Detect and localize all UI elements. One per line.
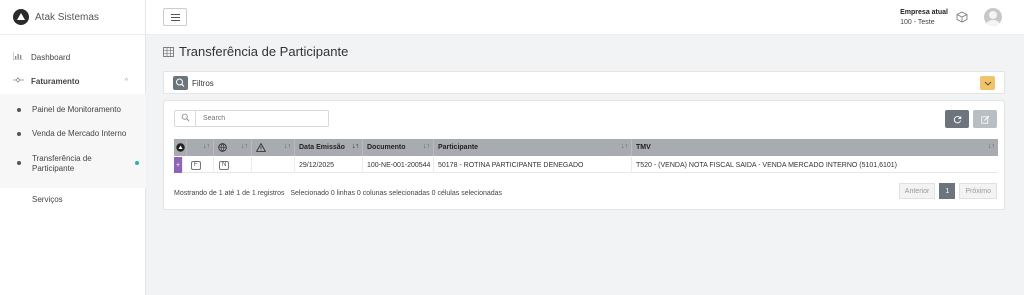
- refresh-button[interactable]: [945, 110, 969, 128]
- row-cell-tmv: T520 - (VENDA) NOTA FISCAL SAIDA - VENDA…: [636, 161, 898, 169]
- records-info: Mostrando de 1 até 1 de 1 registros: [174, 190, 285, 197]
- column-header-logo: [174, 139, 187, 156]
- filters-label: Filtros: [192, 79, 214, 88]
- logo-icon: [176, 143, 185, 152]
- edit-button[interactable]: [973, 110, 997, 128]
- sort-ascending-icon: ↓↑: [352, 143, 359, 150]
- sidebar-subitem-transferencia[interactable]: Transferência de Participante: [0, 152, 146, 176]
- warning-icon: [256, 143, 266, 152]
- column-header-label: Data Emissão: [299, 144, 345, 151]
- status-badge: N: [219, 160, 230, 170]
- submenu: Painel de Monitoramento Venda de Mercado…: [0, 94, 146, 188]
- sort-icon: ↓↑: [621, 143, 628, 150]
- handshake-icon: [12, 76, 24, 86]
- column-header-label: TMV: [636, 144, 651, 151]
- table-icon: [163, 46, 174, 57]
- sidebar-subitem-label: Venda de Mercado Interno: [32, 129, 127, 138]
- next-page-button[interactable]: Próximo: [959, 183, 997, 199]
- hamburger-line: [170, 16, 180, 18]
- bullet-icon: [17, 161, 21, 165]
- sort-icon: ↓↑: [241, 143, 248, 150]
- page-title-text: Transferência de Participante: [179, 44, 349, 59]
- column-header-label: Documento: [367, 144, 406, 151]
- refresh-icon: [953, 115, 961, 123]
- column-header-warning[interactable]: ↓↑: [252, 139, 295, 156]
- search-box: [174, 110, 329, 127]
- brand[interactable]: Atak Sistemas: [0, 0, 145, 35]
- avatar[interactable]: [984, 8, 1002, 26]
- search-icon: [176, 78, 185, 87]
- logo-icon: [13, 9, 29, 25]
- current-company: Empresa atual 100 - Teste: [900, 8, 948, 28]
- sidebar-item-servicos[interactable]: Serviços: [0, 193, 146, 205]
- bar-chart-icon: [12, 52, 24, 62]
- data-card: ↓↑ ↓↑ ↓↑ Data Emissão ↓↑ Documento ↓↑ Pa…: [163, 100, 1005, 210]
- page-title: Transferência de Participante: [163, 44, 348, 59]
- filters-expand-button[interactable]: [980, 76, 995, 90]
- row-cell-participante: 50178 - ROTINA PARTICIPANTE DENEGADO: [434, 157, 632, 173]
- column-header-tmv[interactable]: TMV ↓↑: [632, 139, 998, 156]
- selection-info: Selecionado 0 linhas 0 colunas seleciona…: [290, 190, 503, 197]
- row-cell-warning: [252, 157, 295, 173]
- previous-page-button[interactable]: Anterior: [898, 183, 936, 199]
- table-info: Mostrando de 1 até 1 de 1 registros Sele…: [174, 190, 502, 197]
- pagination: Anterior 1 Próximo: [898, 183, 997, 199]
- sidebar-subitem-painel[interactable]: Painel de Monitoramento: [0, 104, 146, 116]
- active-indicator: [135, 161, 139, 165]
- chevron-up-icon: ^: [124, 77, 128, 85]
- cube-icon[interactable]: [956, 11, 968, 23]
- row-cell-documento: 100-NE-001-200544: [363, 157, 434, 173]
- sidebar-subitem-label: Transferência de Participante: [32, 154, 92, 173]
- sort-icon: ↓↑: [423, 143, 430, 150]
- globe-icon: [218, 143, 227, 152]
- row-cell-n: N: [214, 157, 252, 173]
- hamburger-line: [170, 13, 180, 15]
- chevron-down-icon: [984, 81, 991, 86]
- column-header-label: Participante: [438, 144, 479, 151]
- sort-icon: ↓↑: [284, 143, 291, 150]
- filter-search-button[interactable]: [173, 76, 188, 90]
- column-header-globe[interactable]: ↓↑: [214, 139, 252, 156]
- edit-icon: [980, 115, 989, 124]
- sidebar-item-faturamento[interactable]: Faturamento ^: [0, 75, 146, 87]
- search-input[interactable]: [196, 115, 316, 122]
- column-header-participante[interactable]: Participante ↓↑: [434, 139, 632, 156]
- filters-panel: Filtros: [163, 71, 1005, 94]
- topbar: Empresa atual 100 - Teste: [146, 0, 1024, 35]
- search-icon: [175, 113, 195, 124]
- row-cell-data-emissao: 29/12/2025: [295, 157, 363, 173]
- brand-name: Atak Sistemas: [35, 11, 99, 23]
- current-page-button[interactable]: 1: [939, 183, 956, 199]
- sidebar-item-label: Serviços: [32, 194, 63, 204]
- table-row[interactable]: + F N 29/12/2025 100-NE-001-200544 50178…: [174, 157, 998, 173]
- bullet-icon: [17, 132, 21, 136]
- sidebar-item-dashboard[interactable]: Dashboard: [0, 51, 146, 63]
- menu-toggle-button[interactable]: [163, 8, 187, 26]
- column-header-documento[interactable]: Documento ↓↑: [363, 139, 434, 156]
- company-title: Empresa atual: [900, 9, 948, 16]
- sidebar-item-label: Dashboard: [31, 52, 71, 62]
- sidebar-subitem-label: Painel de Monitoramento: [32, 105, 121, 114]
- column-header-data-emissao[interactable]: Data Emissão ↓↑: [295, 139, 363, 156]
- column-header-f[interactable]: ↓↑: [187, 139, 214, 156]
- sort-icon: ↓↑: [203, 143, 210, 150]
- table-header: ↓↑ ↓↑ ↓↑ Data Emissão ↓↑ Documento ↓↑ Pa…: [174, 139, 998, 156]
- company-value: 100 - Teste: [900, 19, 935, 26]
- sidebar: Atak Sistemas Dashboard Faturamento ^ Pa…: [0, 0, 146, 295]
- row-cell-f: F: [183, 157, 214, 173]
- sidebar-subitem-venda[interactable]: Venda de Mercado Interno: [0, 128, 146, 140]
- status-badge: F: [191, 160, 201, 170]
- row-expand-button[interactable]: +: [174, 157, 183, 173]
- sidebar-item-label: Faturamento: [31, 76, 80, 86]
- sort-icon: ↓↑: [988, 143, 995, 150]
- hamburger-line: [170, 19, 180, 21]
- bullet-icon: [17, 108, 21, 112]
